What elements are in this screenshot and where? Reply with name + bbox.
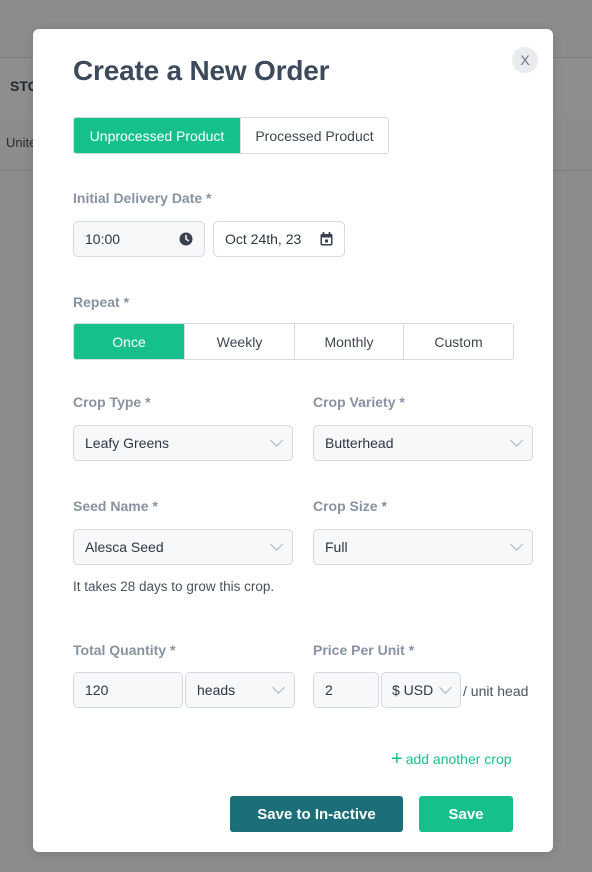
close-button[interactable]: X	[512, 47, 538, 73]
crop-size-label: Crop Size *	[313, 498, 387, 514]
plus-icon: +	[391, 748, 403, 770]
crop-size-value: Full	[325, 539, 348, 555]
quantity-unit-value: heads	[197, 682, 236, 698]
chevron-down-icon	[510, 434, 523, 447]
repeat-label: Repeat *	[73, 294, 130, 310]
clock-icon	[179, 232, 193, 246]
repeat-option-once[interactable]: Once	[74, 324, 184, 359]
repeat-toggle: Once Weekly Monthly Custom	[73, 323, 514, 360]
chevron-down-icon	[270, 538, 283, 551]
price-per-unit-label: Price Per Unit *	[313, 642, 415, 658]
date-value: Oct 24th, 23	[225, 231, 302, 247]
price-unit-suffix: / unit head	[463, 683, 529, 699]
chevron-down-icon	[510, 538, 523, 551]
crop-variety-select[interactable]: Butterhead	[313, 425, 533, 461]
save-button[interactable]: Save	[419, 796, 513, 832]
modal-title: Create a New Order	[73, 55, 330, 86]
time-input[interactable]: 10:00	[73, 221, 205, 257]
total-quantity-label: Total Quantity *	[73, 642, 176, 658]
repeat-option-monthly[interactable]: Monthly	[294, 324, 403, 359]
tab-processed-product[interactable]: Processed Product	[240, 118, 388, 153]
product-type-toggle: Unprocessed Product Processed Product	[73, 117, 389, 154]
tab-unprocessed-product[interactable]: Unprocessed Product	[74, 118, 240, 153]
chevron-down-icon	[439, 681, 452, 694]
date-input[interactable]: Oct 24th, 23	[213, 221, 345, 257]
price-value: 2	[325, 682, 333, 698]
seed-name-select[interactable]: Alesca Seed	[73, 529, 293, 565]
add-another-crop-label: add another crop	[405, 751, 512, 767]
crop-type-select[interactable]: Leafy Greens	[73, 425, 293, 461]
time-value: 10:00	[85, 231, 121, 247]
currency-value: $ USD	[392, 682, 434, 698]
price-input[interactable]: 2	[313, 672, 379, 708]
background-cell-text: Unite	[6, 135, 37, 150]
delivery-date-label: Initial Delivery Date *	[73, 190, 212, 206]
seed-name-label: Seed Name *	[73, 498, 158, 514]
save-to-inactive-button[interactable]: Save to In-active	[230, 796, 403, 832]
crop-variety-value: Butterhead	[325, 435, 394, 451]
create-order-modal: X Create a New Order Unprocessed Product…	[33, 29, 553, 852]
crop-type-label: Crop Type *	[73, 394, 151, 410]
quantity-unit-select[interactable]: heads	[185, 672, 295, 708]
repeat-option-custom[interactable]: Custom	[403, 324, 513, 359]
grow-time-hint: It takes 28 days to grow this crop.	[73, 579, 275, 594]
seed-name-value: Alesca Seed	[85, 539, 164, 555]
calendar-icon	[320, 232, 333, 246]
add-another-crop-link[interactable]: + add another crop	[391, 748, 512, 770]
crop-size-select[interactable]: Full	[313, 529, 533, 565]
chevron-down-icon	[270, 434, 283, 447]
quantity-value: 120	[85, 682, 109, 698]
currency-select[interactable]: $ USD	[381, 672, 461, 708]
repeat-option-weekly[interactable]: Weekly	[184, 324, 294, 359]
crop-variety-label: Crop Variety *	[313, 394, 405, 410]
chevron-down-icon	[272, 681, 285, 694]
quantity-input[interactable]: 120	[73, 672, 183, 708]
crop-type-value: Leafy Greens	[85, 435, 170, 451]
